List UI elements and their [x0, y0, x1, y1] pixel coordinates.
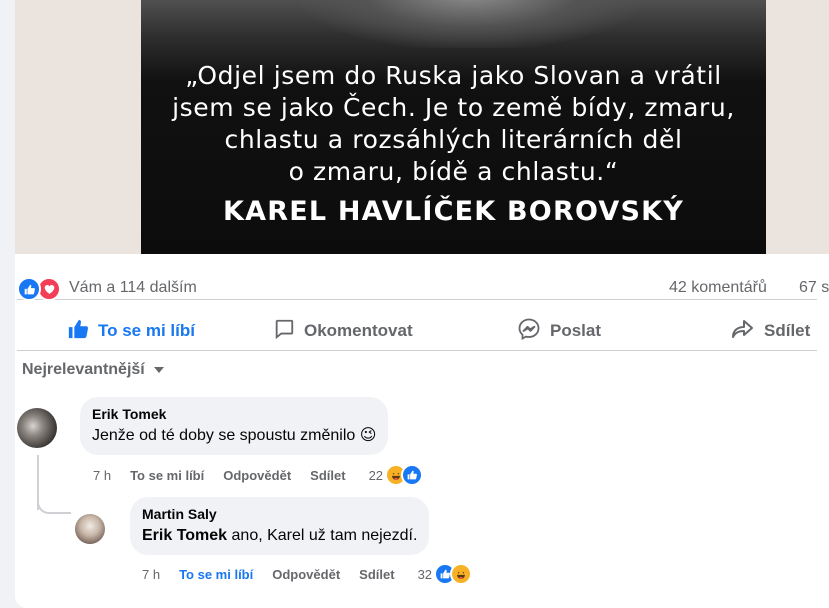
reply-time[interactable]: 7 h [142, 567, 160, 582]
share-arrow-icon [731, 318, 755, 345]
thread-connector [37, 490, 71, 514]
reactions-text[interactable]: Vám a 114 dalším [69, 279, 197, 297]
comment-time[interactable]: 7 h [93, 468, 111, 483]
send-button[interactable]: Poslat [517, 310, 601, 352]
avatar[interactable] [75, 514, 105, 544]
image-rock-shape [301, 0, 641, 48]
comment-sort-dropdown[interactable]: Nejrelevantnější [22, 358, 165, 382]
reply-meta: 7 h To se mi líbí Odpovědět Sdílet 32 [142, 563, 473, 585]
comment-icon [273, 318, 295, 345]
divider [17, 299, 817, 300]
reply-reaction-count[interactable]: 32 [418, 567, 432, 582]
quote-author: KAREL HAVLÍČEK BOROVSKÝ [222, 196, 684, 227]
haha-icon [450, 563, 473, 585]
post-actions: To se mi líbí Okomentovat Poslat Sdílet [17, 310, 817, 352]
reply-bubble: Martin Saly Erik Tomek ano, Karel už tam… [130, 497, 430, 555]
comment-button-label: Okomentovat [304, 321, 413, 340]
quote-line: „Odjel jsem do Ruska jako Slovan a vráti… [185, 61, 722, 90]
like-button-label: To se mi líbí [98, 321, 195, 340]
send-button-label: Poslat [550, 321, 602, 340]
mention-link[interactable]: Erik Tomek [142, 527, 227, 544]
like-icon [17, 277, 41, 301]
quote-line: o zmaru, bídě a chlastu.“ [288, 157, 619, 186]
share-button[interactable]: Sdílet [731, 310, 810, 352]
comment-bubble: Erik Tomek Jenže od té doby se spoustu z… [80, 397, 389, 455]
reply-text: Erik Tomek ano, Karel už tam nejezdí. [142, 525, 417, 547]
comment-button[interactable]: Okomentovat [273, 310, 413, 352]
avatar[interactable] [17, 408, 57, 448]
comment-author[interactable]: Erik Tomek [92, 405, 376, 423]
messenger-icon [517, 317, 541, 346]
divider [17, 350, 817, 351]
like-button[interactable]: To se mi líbí [67, 310, 195, 352]
sort-label: Nejrelevantnější [22, 361, 145, 378]
quote-line: chlastu a rozsáhlých literárních děl [224, 125, 683, 154]
reply-reply-link[interactable]: Odpovědět [272, 567, 340, 582]
comment-reaction-count[interactable]: 22 [369, 468, 383, 483]
comment-text-body: Jenže od té doby se spoustu změnilo [92, 427, 356, 444]
wink-emoji: 😉 [359, 427, 377, 444]
post-image[interactable]: „Odjel jsem do Ruska jako Slovan a vráti… [141, 0, 766, 254]
thumbs-up-icon [67, 318, 89, 345]
image-quote: „Odjel jsem do Ruska jako Slovan a vráti… [141, 60, 766, 188]
share-button-label: Sdílet [764, 321, 811, 340]
comment-share-link[interactable]: Sdílet [310, 468, 345, 483]
reply-text-body: ano, Karel už tam nejezdí. [227, 527, 418, 544]
reply-share-link[interactable]: Sdílet [359, 567, 394, 582]
comment-reply-link[interactable]: Odpovědět [223, 468, 291, 483]
reply-like-link[interactable]: To se mi líbí [179, 567, 253, 582]
comment-text: Jenže od té doby se spoustu změnilo 😉 [92, 425, 376, 447]
caret-down-icon [153, 361, 165, 379]
comment-like-link[interactable]: To se mi líbí [130, 468, 204, 483]
like-icon [401, 464, 424, 486]
reply-author[interactable]: Martin Saly [142, 505, 417, 523]
shares-count[interactable]: 67 s [799, 279, 829, 297]
comment-meta: 7 h To se mi líbí Odpovědět Sdílet 22 [93, 464, 424, 486]
reactions-summary: Vám a 114 dalším 42 komentářů 67 s [17, 266, 829, 308]
comments-count[interactable]: 42 komentářů [669, 279, 767, 297]
quote-line: jsem se jako Čech. Je to země bídy, zmar… [172, 93, 735, 122]
reaction-icons[interactable] [17, 277, 61, 301]
